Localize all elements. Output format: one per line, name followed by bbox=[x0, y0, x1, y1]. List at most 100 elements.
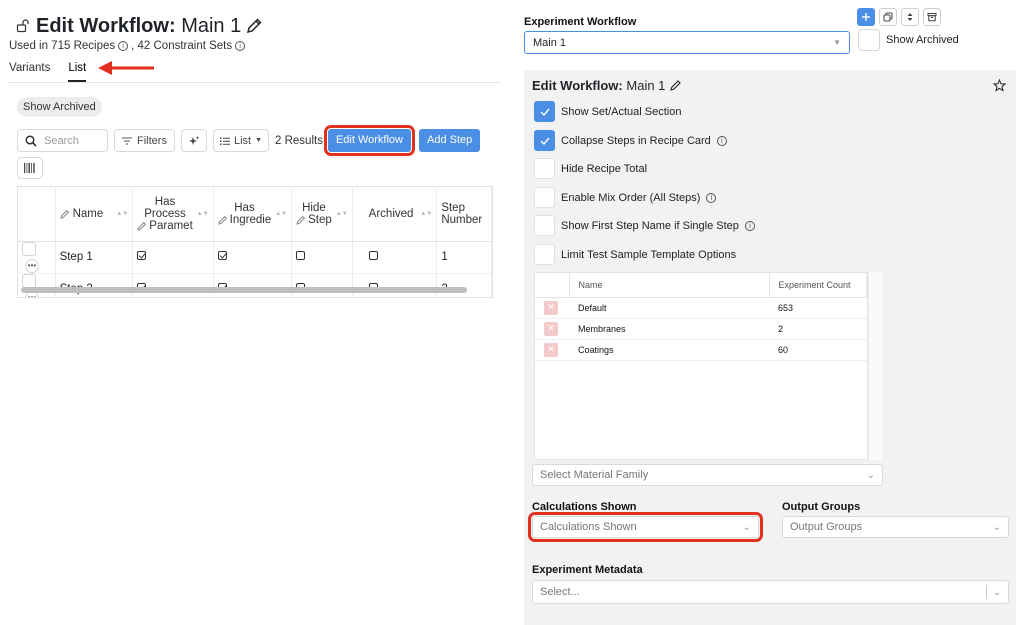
pencil-icon[interactable] bbox=[669, 79, 682, 92]
option-hide-recipe-total[interactable]: Hide Recipe Total bbox=[534, 158, 647, 179]
column-header-step-number[interactable]: Step Number bbox=[436, 187, 492, 242]
material-family-select[interactable]: Select Material Family ⌄ bbox=[532, 464, 883, 486]
info-icon[interactable]: i bbox=[118, 41, 129, 51]
remove-icon[interactable]: ✕ bbox=[544, 342, 558, 357]
show-archived-toggle[interactable]: Show Archived bbox=[17, 97, 102, 117]
reorder-button[interactable] bbox=[901, 8, 919, 26]
edit-workflow-button[interactable]: Edit Workflow bbox=[323, 125, 416, 156]
experiment-metadata-label: Experiment Metadata bbox=[532, 564, 643, 576]
workflow-actions bbox=[857, 8, 941, 26]
output-groups-placeholder: Output Groups bbox=[790, 521, 863, 533]
option-show-first-step-name[interactable]: Show First Step Name if Single Step i bbox=[534, 215, 755, 236]
plus-icon bbox=[862, 13, 870, 21]
column-header-has-ingredient[interactable]: Has Ingredie ▲▼ bbox=[213, 187, 293, 242]
chevron-down-icon: ⌄ bbox=[992, 586, 1001, 598]
option-enable-mix-order[interactable]: Enable Mix Order (All Steps) i bbox=[534, 187, 717, 208]
list-label: List bbox=[233, 134, 252, 147]
column-header-experiment-count[interactable]: Experiment Count bbox=[769, 273, 867, 298]
pencil-icon bbox=[137, 221, 147, 231]
archive-button[interactable] bbox=[923, 8, 941, 26]
search-input[interactable]: Search bbox=[17, 129, 108, 152]
row-select-checkbox[interactable] bbox=[22, 273, 36, 288]
panel-title: Edit Workflow: Main 1 bbox=[532, 78, 682, 93]
info-icon[interactable]: i bbox=[744, 220, 755, 231]
option-label: Limit Test Sample Template Options bbox=[561, 248, 737, 261]
step-name-cell[interactable]: Step 1 bbox=[55, 241, 134, 274]
experiment-count: 60 bbox=[769, 339, 867, 361]
info-icon[interactable]: i bbox=[706, 192, 717, 203]
ai-sparkle-button[interactable] bbox=[180, 129, 207, 152]
column-header-name[interactable]: Name ▲▼ bbox=[55, 187, 134, 242]
pencil-icon bbox=[217, 215, 227, 225]
info-icon[interactable]: i bbox=[716, 135, 727, 146]
tab-list[interactable]: List bbox=[68, 62, 87, 82]
material-family-placeholder: Select Material Family bbox=[540, 469, 649, 481]
output-groups-select[interactable]: Output Groups ⌄ bbox=[782, 516, 1009, 538]
pencil-icon[interactable] bbox=[245, 17, 263, 35]
column-header-hide-step[interactable]: Hide Step ▲▼ bbox=[291, 187, 353, 242]
chevron-down-icon: ⌄ bbox=[866, 469, 875, 481]
checkbox[interactable] bbox=[858, 29, 880, 51]
hide-step-checkbox[interactable] bbox=[296, 251, 306, 260]
experiment-workflow-label: Experiment Workflow bbox=[524, 16, 637, 28]
page-header: Edit Workflow: Main 1 bbox=[16, 14, 263, 38]
sort-icon[interactable]: ▲▼ bbox=[116, 211, 128, 217]
list-view-dropdown[interactable]: List ▼ bbox=[212, 129, 270, 152]
checkbox[interactable] bbox=[534, 101, 555, 122]
show-archived-checkbox[interactable]: Show Archived bbox=[858, 29, 959, 51]
duplicate-workflow-button[interactable] bbox=[879, 8, 897, 26]
table-row: ✕ Coatings 60 bbox=[535, 339, 867, 361]
filters-button[interactable]: Filters bbox=[114, 129, 175, 152]
more-icon[interactable]: ••• bbox=[25, 258, 39, 273]
sort-icon[interactable]: ▲▼ bbox=[420, 211, 432, 217]
barcode-button[interactable] bbox=[17, 157, 43, 179]
has-process-checkbox[interactable] bbox=[137, 251, 147, 260]
calculations-shown-select[interactable]: Calculations Shown ⌄ bbox=[528, 512, 763, 542]
check-icon bbox=[540, 108, 550, 116]
view-tabs: Variants List bbox=[9, 62, 87, 82]
pencil-icon bbox=[296, 215, 306, 225]
option-limit-test-sample[interactable]: Limit Test Sample Template Options bbox=[534, 244, 736, 265]
checkbox[interactable] bbox=[534, 187, 555, 208]
sort-icon[interactable]: ▲▼ bbox=[275, 211, 287, 217]
column-header-has-process[interactable]: Has Process Paramet ▲▼ bbox=[132, 187, 214, 242]
filter-icon bbox=[122, 137, 132, 144]
add-step-button[interactable]: Add Step bbox=[419, 129, 481, 152]
table-row[interactable]: ••• Step 1 1 bbox=[18, 241, 492, 274]
row-select-checkbox[interactable] bbox=[22, 241, 36, 256]
checkbox[interactable] bbox=[534, 244, 555, 265]
sort-icon[interactable]: ▲▼ bbox=[336, 211, 348, 217]
checkbox[interactable] bbox=[534, 158, 555, 179]
horizontal-scrollbar[interactable] bbox=[21, 287, 467, 293]
tabs-divider bbox=[9, 82, 501, 83]
step-name-cell[interactable]: Step 2 bbox=[55, 273, 134, 297]
sort-icon[interactable]: ▲▼ bbox=[197, 211, 209, 217]
table-row[interactable]: ••• Step 2 2 bbox=[18, 273, 492, 297]
column-header-archived[interactable]: Archived ▲▼ bbox=[352, 187, 438, 242]
has-ingredient-checkbox[interactable] bbox=[217, 251, 227, 260]
material-name: Membranes bbox=[569, 318, 769, 340]
search-placeholder: Search bbox=[44, 134, 79, 147]
constraint-sets-count: , 42 Constraint Sets bbox=[131, 40, 233, 52]
checkbox[interactable] bbox=[534, 215, 555, 236]
checkbox[interactable] bbox=[534, 130, 555, 151]
star-icon[interactable] bbox=[993, 79, 1006, 92]
toolbar: Search Filters List ▼ 2 Results Edit Wor… bbox=[17, 125, 481, 156]
check-icon bbox=[540, 137, 550, 145]
option-label: Collapse Steps in Recipe Card bbox=[561, 134, 711, 147]
tab-variants[interactable]: Variants bbox=[9, 62, 50, 82]
remove-icon[interactable]: ✕ bbox=[544, 300, 558, 315]
vertical-scrollbar[interactable] bbox=[868, 272, 882, 460]
archived-checkbox[interactable] bbox=[368, 251, 378, 260]
experiment-metadata-select[interactable]: Select... ⌄ bbox=[532, 580, 1009, 604]
add-workflow-button[interactable] bbox=[857, 8, 875, 26]
experiment-workflow-select[interactable]: Main 1 ▼ bbox=[524, 31, 850, 54]
option-collapse-steps[interactable]: Collapse Steps in Recipe Card i bbox=[534, 130, 727, 151]
steps-grid: Name ▲▼ Has Process Paramet ▲▼ Has Ingred… bbox=[17, 186, 493, 298]
option-show-set-actual[interactable]: Show Set/Actual Section bbox=[534, 101, 681, 122]
column-header-name[interactable]: Name bbox=[569, 273, 770, 298]
info-icon[interactable]: i bbox=[235, 41, 246, 51]
experiment-count: 2 bbox=[769, 318, 867, 340]
unlock-icon[interactable] bbox=[16, 19, 30, 33]
remove-icon[interactable]: ✕ bbox=[544, 321, 558, 336]
